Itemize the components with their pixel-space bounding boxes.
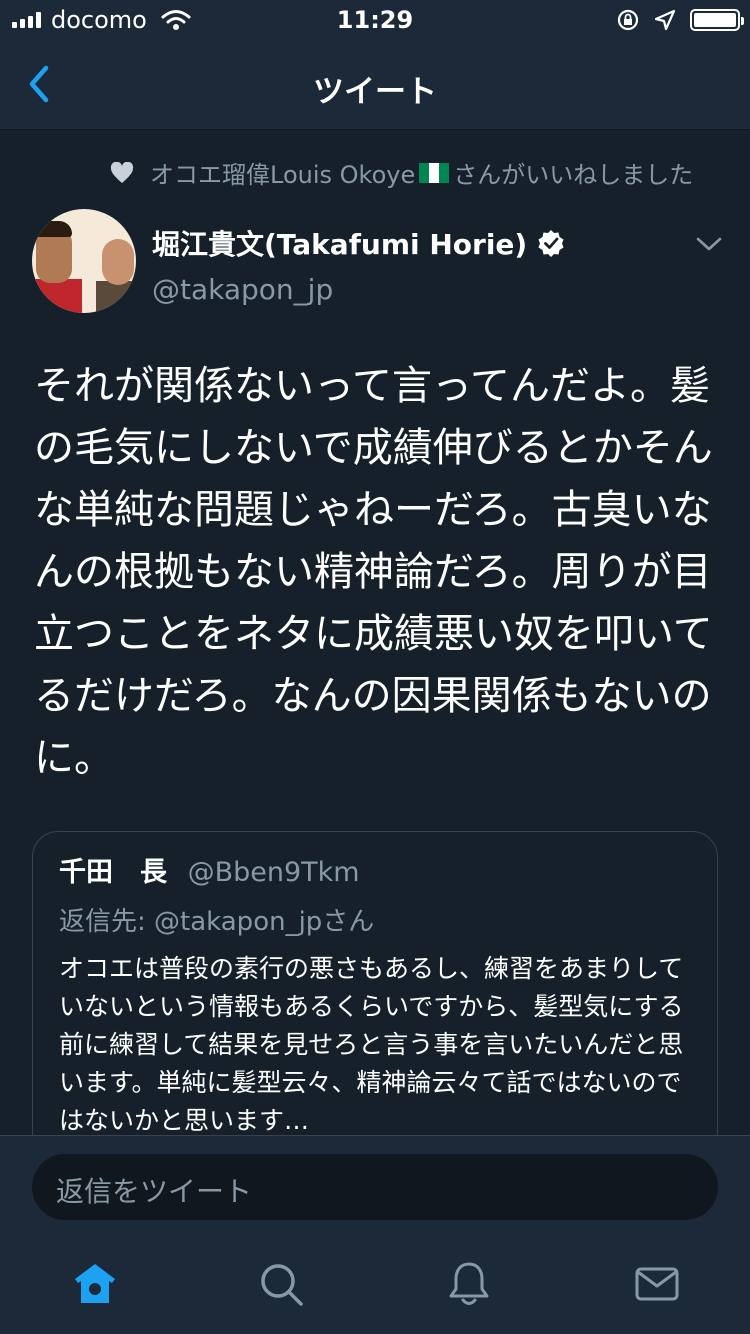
quoted-author-name: 千田 長 [59,857,167,888]
author-name: 堀江貴文(Takafumi Horie) [152,228,528,261]
quoted-tweet-text: オコエは普段の素行の悪さもあるし、練習をあまりしていないという情報もあるくらいで… [59,954,684,1135]
battery-icon [690,9,744,31]
avatar-hair [36,221,72,237]
quoted-reply-to: 返信先: @takapon_jpさん [59,907,375,937]
search-icon[interactable] [258,1261,304,1307]
notifications-icon[interactable] [446,1261,492,1307]
tweet-detail: オコエ瑠偉Louis Okoye さんがいいねしました 堀江貴文(Takafum… [0,131,750,1135]
nigeria-flag-icon [419,162,450,183]
author-avatar[interactable] [32,209,136,313]
reply-input[interactable]: 返信をツイート [32,1154,718,1220]
messages-icon[interactable] [634,1261,680,1307]
tab-bar [0,1235,750,1334]
author-handle: @takapon_jp [152,273,334,306]
quoted-tweet-header: 千田 長 @Bben9Tkm [59,850,691,889]
author-name-row: 堀江貴文(Takafumi Horie) [152,223,565,263]
author-info[interactable]: 堀江貴文(Takafumi Horie) @takapon_jp [152,223,565,306]
social-context: オコエ瑠偉Louis Okoye さんがいいねしました [110,155,693,190]
navigation-bar: ツイート [0,40,750,130]
avatar-figure-2 [96,281,136,313]
home-icon[interactable] [72,1261,118,1307]
heart-icon [110,161,134,183]
orientation-lock-icon [617,9,639,31]
location-icon [654,9,676,31]
liked-suffix: さんがいいねしました [453,161,694,189]
reply-bar: 返信をツイート [0,1135,750,1235]
verified-badge-icon [538,230,564,257]
tweet-text: それが関係ないって言ってんだよ。髪の毛気にしないで成績伸びるとかそんな単純な問題… [34,363,713,781]
status-bar-right [616,6,744,34]
avatar-face-2 [102,239,134,285]
status-bar: docomo 11:29 [0,0,750,40]
liked-by-name[interactable]: オコエ瑠偉Louis Okoye [150,155,415,190]
quoted-author-handle: @Bben9Tkm [187,857,360,888]
page-title: ツイート [313,74,437,110]
quoted-tweet[interactable]: 千田 長 @Bben9Tkm 返信先: @takapon_jpさん オコエは普段… [32,831,718,1135]
avatar-figure [32,279,82,313]
chevron-down-icon[interactable] [696,235,722,253]
